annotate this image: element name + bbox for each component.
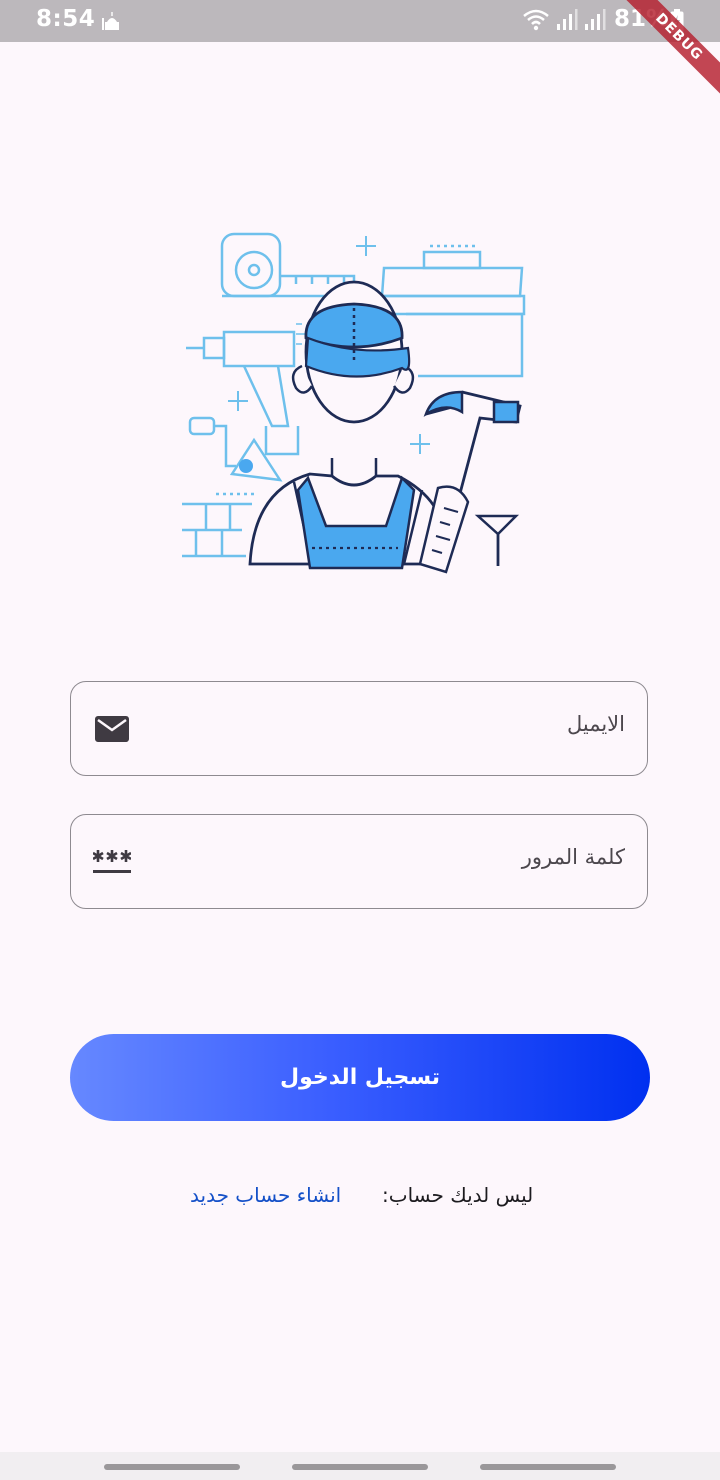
status-bar: 8:54 81% DEBUG bbox=[0, 0, 720, 98]
mosque-icon bbox=[102, 12, 119, 30]
nav-handle[interactable] bbox=[480, 1464, 616, 1470]
battery-percent: 81% bbox=[614, 6, 670, 32]
nav-handle[interactable] bbox=[292, 1464, 428, 1470]
bricks-icon bbox=[182, 502, 252, 558]
create-account-link[interactable]: انشاء حساب جديد bbox=[190, 1183, 341, 1207]
password-label: كلمة المرور bbox=[521, 845, 625, 869]
status-time: 8:54 bbox=[36, 6, 96, 32]
email-field[interactable]: الايميل bbox=[70, 681, 648, 776]
email-icon bbox=[95, 716, 129, 742]
nav-handle[interactable] bbox=[104, 1464, 240, 1470]
signal-icon bbox=[585, 9, 606, 30]
login-button[interactable]: تسجيل الدخول bbox=[70, 1034, 650, 1121]
email-label: الايميل bbox=[566, 712, 625, 736]
navigation-bar bbox=[0, 1452, 720, 1480]
handyman-worker-illustration bbox=[182, 232, 526, 574]
signup-question: ليس لديك حساب: bbox=[382, 1183, 534, 1207]
battery-charging-icon bbox=[670, 9, 684, 33]
password-field[interactable]: كلمة المرور bbox=[70, 814, 648, 909]
nail-icon bbox=[474, 514, 520, 566]
wifi-icon bbox=[523, 9, 549, 31]
password-icon bbox=[93, 850, 131, 873]
signal-icon bbox=[557, 9, 578, 30]
signup-row: ليس لديك حساب: انشاء حساب جديد bbox=[0, 1183, 720, 1215]
